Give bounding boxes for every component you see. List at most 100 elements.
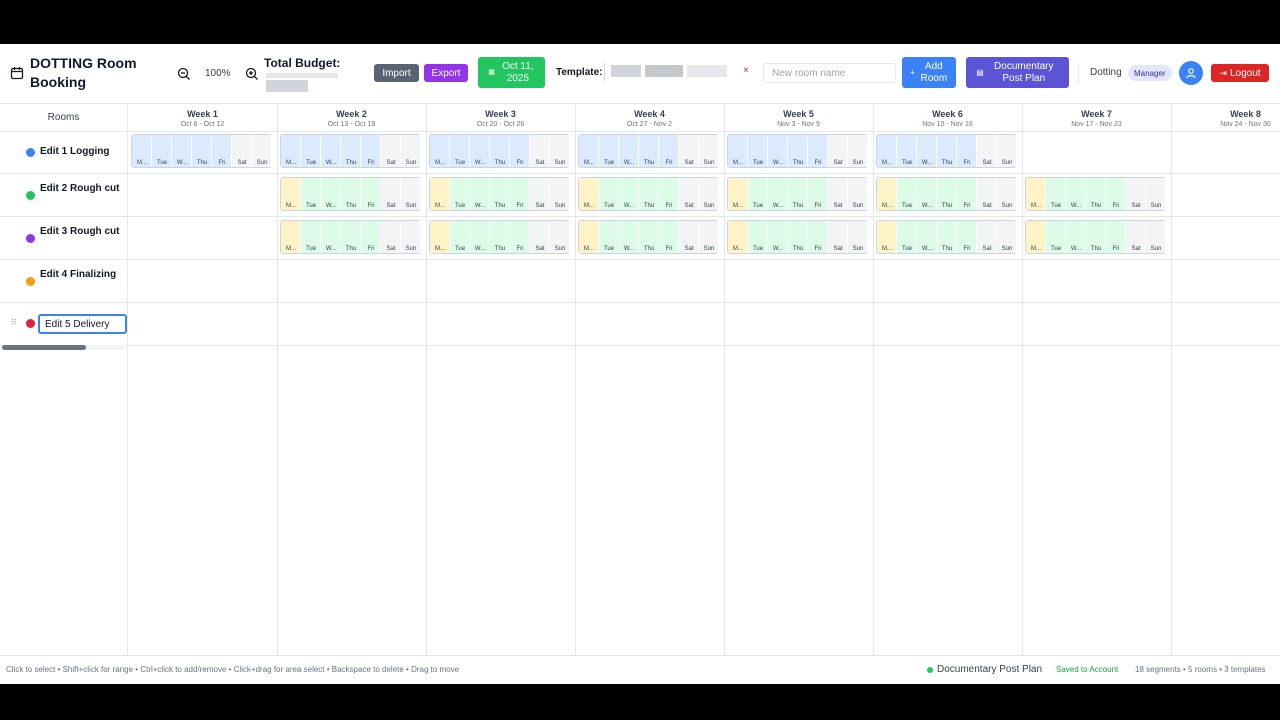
week-header: Week 8 Nov 24 - Nov 30 bbox=[1171, 103, 1280, 132]
room-row[interactable]: Edit 3 Rough cut bbox=[0, 217, 127, 260]
documentary-post-plan-button[interactable]: ▤ Documentary Post Plan bbox=[966, 57, 1069, 88]
status-bar: Click to select • Shift+click for range … bbox=[0, 655, 1280, 684]
booking-segment[interactable]: M... Tue W... Thu Fri Sat Sun bbox=[1025, 220, 1166, 254]
day-label: Sat bbox=[1131, 246, 1141, 252]
booking-segment[interactable]: M... Tue W... Thu Fri Sat Sun bbox=[131, 134, 272, 168]
week-name: Week 2 bbox=[336, 109, 367, 119]
add-room-button[interactable]: + Add Room bbox=[902, 57, 956, 88]
day-label: W... bbox=[325, 246, 337, 252]
day-label: Tue bbox=[305, 160, 317, 166]
day-label: W... bbox=[1070, 246, 1082, 252]
user-name: Dotting bbox=[1090, 67, 1122, 78]
day-label: Fri bbox=[516, 160, 524, 166]
plus-icon: + bbox=[910, 67, 915, 77]
booking-segment[interactable]: M... Tue W... Thu Fri Sat Sun bbox=[280, 134, 421, 168]
day-label: Thu bbox=[941, 246, 953, 252]
room-color-dot bbox=[26, 319, 35, 328]
drag-handle-icon[interactable]: ⠿ bbox=[11, 318, 17, 327]
booking-segment[interactable]: M... Tue W... Thu Fri Sat Sun bbox=[429, 177, 570, 211]
zoom-in-icon[interactable] bbox=[245, 67, 259, 81]
clear-template-icon[interactable]: × bbox=[743, 65, 749, 76]
booking-segment[interactable]: M... Tue W... Thu Fri Sat Sun bbox=[876, 177, 1017, 211]
export-button[interactable]: Export bbox=[424, 64, 468, 82]
day-label: Sat bbox=[535, 160, 545, 166]
day-label: M... bbox=[286, 246, 296, 252]
day-label: W... bbox=[921, 203, 933, 209]
booking-segment[interactable]: M... Tue W... Thu Fri Sat Sun bbox=[876, 220, 1017, 254]
day-label: Sat bbox=[684, 203, 694, 209]
day-label: Fri bbox=[1112, 246, 1120, 252]
day-label: Sun bbox=[554, 203, 566, 209]
calendar-icon: ▦ bbox=[488, 68, 495, 76]
scrollbar-thumb[interactable] bbox=[2, 345, 86, 350]
template-label: Template: bbox=[556, 67, 603, 78]
booking-segment[interactable]: M... Tue W... Thu Fri Sat Sun bbox=[727, 220, 868, 254]
day-label: Tue bbox=[305, 246, 317, 252]
plan-status-dot bbox=[927, 667, 933, 673]
day-label: Tue bbox=[901, 160, 913, 166]
day-label: Fri bbox=[1112, 203, 1120, 209]
user-avatar-icon[interactable] bbox=[1179, 61, 1203, 85]
day-label: Sun bbox=[852, 160, 864, 166]
week-name: Week 1 bbox=[187, 109, 218, 119]
day-label: Thu bbox=[345, 203, 357, 209]
day-label: Sun bbox=[703, 160, 715, 166]
day-label: Sat bbox=[535, 246, 545, 252]
booking-segment[interactable]: M... Tue W... Thu Fri Sat Sun bbox=[578, 220, 719, 254]
room-name-edit-input[interactable] bbox=[38, 314, 127, 334]
week-name: Week 5 bbox=[783, 109, 814, 119]
zoom-level: 100% bbox=[205, 68, 231, 79]
day-label: W... bbox=[623, 246, 635, 252]
room-color-dot bbox=[26, 234, 35, 243]
booking-segment[interactable]: M... Tue W... Thu Fri Sat Sun bbox=[429, 220, 570, 254]
day-label: Thu bbox=[494, 246, 506, 252]
day-label: Thu bbox=[1090, 246, 1102, 252]
import-button[interactable]: Import bbox=[374, 64, 419, 82]
zoom-out-icon[interactable] bbox=[177, 67, 191, 81]
week-name: Week 3 bbox=[485, 109, 516, 119]
room-row[interactable]: Edit 1 Logging bbox=[0, 131, 127, 174]
template-select[interactable]: × bbox=[604, 63, 753, 81]
template-value-redacted bbox=[645, 65, 683, 77]
booking-segment[interactable]: M... Tue W... Thu Fri Sat Sun bbox=[280, 177, 421, 211]
day-label: Fri bbox=[367, 160, 375, 166]
day-label: Fri bbox=[367, 203, 375, 209]
booking-segment[interactable]: M... Tue W... Thu Fri Sat Sun bbox=[876, 134, 1017, 168]
day-label: Sat bbox=[684, 246, 694, 252]
booking-segment[interactable]: M... Tue W... Thu Fri Sat Sun bbox=[429, 134, 570, 168]
logout-button[interactable]: ⇥ Logout bbox=[1211, 64, 1269, 82]
day-label: Thu bbox=[494, 160, 506, 166]
day-label: Fri bbox=[814, 203, 822, 209]
booking-segment[interactable]: M... Tue W... Thu Fri Sat Sun bbox=[280, 220, 421, 254]
rooms-header: Rooms bbox=[0, 103, 127, 132]
day-label: Thu bbox=[494, 203, 506, 209]
booking-segment[interactable]: M... Tue W... Thu Fri Sat Sun bbox=[727, 177, 868, 211]
day-label: Tue bbox=[901, 246, 913, 252]
week-date-range: Nov 10 - Nov 16 bbox=[922, 121, 973, 128]
day-label: Fri bbox=[367, 246, 375, 252]
day-label: Thu bbox=[643, 203, 655, 209]
day-label: Sun bbox=[554, 246, 566, 252]
horizontal-scrollbar[interactable] bbox=[2, 345, 126, 350]
day-label: Sun bbox=[405, 246, 417, 252]
room-row[interactable]: Edit 2 Rough cut bbox=[0, 174, 127, 217]
new-room-name-input[interactable] bbox=[763, 63, 896, 83]
week-date-range: Nov 17 - Nov 23 bbox=[1071, 121, 1122, 128]
day-label: M... bbox=[1031, 246, 1041, 252]
room-name: Edit 3 Rough cut bbox=[40, 226, 120, 237]
room-row[interactable]: Edit 4 Finalizing bbox=[0, 260, 127, 303]
day-label: Sat bbox=[386, 203, 396, 209]
day-label: Thu bbox=[941, 203, 953, 209]
booking-segment[interactable]: M... Tue W... Thu Fri Sat Sun bbox=[578, 177, 719, 211]
booking-segment[interactable]: M... Tue W... Thu Fri Sat Sun bbox=[578, 134, 719, 168]
day-label: M... bbox=[286, 160, 296, 166]
day-label: Sun bbox=[703, 203, 715, 209]
date-picker-button[interactable]: ▦ Oct 11, 2025 bbox=[478, 57, 545, 88]
booking-segment[interactable]: M... Tue W... Thu Fri Sat Sun bbox=[727, 134, 868, 168]
room-color-dot bbox=[26, 148, 35, 157]
room-row[interactable]: ⠿ bbox=[0, 303, 127, 346]
date-label: Oct 11, 2025 bbox=[502, 60, 534, 84]
booking-segment[interactable]: M... Tue W... Thu Fri Sat Sun bbox=[1025, 177, 1166, 211]
save-status: Saved to Account bbox=[1056, 665, 1119, 674]
day-label: M... bbox=[733, 160, 743, 166]
